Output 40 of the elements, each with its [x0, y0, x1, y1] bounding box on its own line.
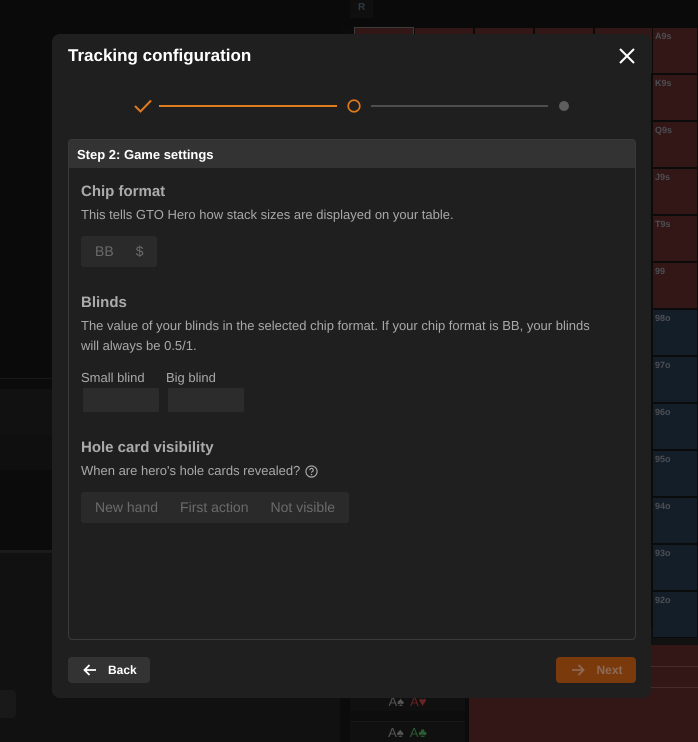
field-label: Big blind [166, 370, 217, 385]
section-description: The value of your blinds in the selected chip format. If your chip format is BB, your blinds will always be 0.5/1. [81, 317, 591, 355]
section-heading: Chip format [81, 183, 166, 200]
hand-cell[interactable]: 95o [652, 450, 698, 497]
playing-card-label: A♠ [388, 694, 404, 708]
option-button[interactable]: New hand [84, 492, 170, 523]
hand-cell[interactable]: 93o [652, 544, 698, 591]
back-button[interactable]: Back [68, 657, 150, 683]
hand-cell[interactable]: 99 [652, 262, 698, 309]
playing-card-label: A♣ [410, 724, 427, 740]
option-button[interactable]: $ [124, 236, 154, 267]
option-button[interactable]: Not visible [260, 492, 346, 523]
step-dot-icon [558, 100, 570, 112]
arrow-right-icon [571, 664, 586, 676]
hand-cell[interactable]: J9s [652, 168, 698, 215]
help-icon[interactable] [305, 464, 318, 478]
arrow-left-icon [83, 664, 97, 676]
hand-cell[interactable]: 94o [652, 496, 698, 544]
panel-title: Step 2: Game settings [69, 140, 635, 168]
hand-cell[interactable]: Q9s [652, 120, 698, 168]
hand-cell[interactable]: A9s [652, 26, 698, 74]
hand-cell[interactable]: K9s [652, 74, 698, 121]
section-heading: Hole card visibility [81, 439, 215, 456]
option-button[interactable]: First action [169, 492, 260, 523]
hand-cell[interactable]: 98o [652, 308, 698, 356]
hand-cell[interactable]: 96o [652, 402, 698, 450]
playing-card-label: A♠ [388, 724, 404, 740]
field-label: Small blind [81, 370, 146, 385]
step-circle-icon [346, 99, 360, 113]
playing-card-label: A♥ [410, 694, 426, 708]
close-icon[interactable] [619, 48, 635, 64]
hand-cell[interactable]: T9s [652, 214, 698, 262]
check-icon [134, 99, 152, 113]
option-button[interactable]: BB [84, 236, 125, 267]
hand-cell[interactable]: 97o [652, 356, 698, 403]
section-description: When are hero's hole cards revealed? [81, 462, 300, 480]
dialog-title: Tracking configuration [68, 46, 252, 66]
section-description: This tells GTO Hero how stack sizes are displayed on your table. [81, 206, 455, 224]
section-heading: Blinds [81, 294, 128, 311]
hand-cell[interactable]: 92o [652, 590, 698, 638]
